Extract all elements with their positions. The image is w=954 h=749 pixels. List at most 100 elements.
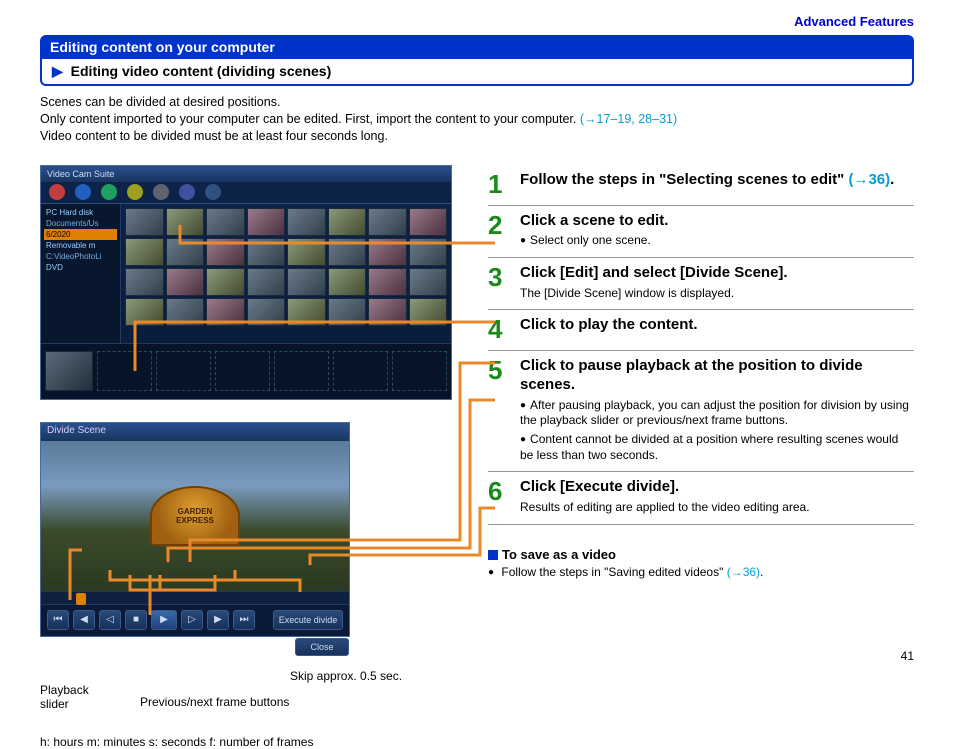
tray-slot	[215, 351, 270, 391]
tray-slot	[392, 351, 447, 391]
intro-line-1: Scenes can be divided at desired positio…	[40, 94, 914, 111]
slider-knob-icon[interactable]	[76, 593, 86, 605]
step-title: Click to play the content.	[520, 316, 914, 335]
step-note: After pausing playback, you can adjust t…	[520, 398, 914, 429]
intro-text: Scenes can be divided at desired positio…	[40, 94, 914, 145]
section-title-bar: Editing content on your computer	[40, 35, 914, 59]
screenshots-column: Video Cam Suite PC Hard disk Documents/U…	[40, 165, 460, 749]
scene-thumb	[409, 238, 448, 266]
scene-thumb	[166, 298, 205, 326]
sidebar-item-selected: 6/2020	[44, 229, 117, 240]
step-3: 3 Click [Edit] and select [Divide Scene]…	[488, 258, 914, 310]
scene-thumb	[328, 208, 367, 236]
execute-divide-button[interactable]: Execute divide	[273, 610, 343, 630]
scene-thumb	[368, 298, 407, 326]
time-legend: h: hours m: minutes s: seconds f: number…	[40, 735, 460, 749]
toolbar-icon	[205, 184, 221, 200]
step-desc: Results of editing are applied to the vi…	[520, 500, 914, 516]
video-preview: GARDENEXPRESS	[41, 441, 349, 591]
step-5: 5 Click to pause playback at the positio…	[488, 351, 914, 472]
scene-thumb	[206, 268, 245, 296]
app-titlebar: Video Cam Suite	[41, 166, 451, 182]
page-number: 41	[901, 649, 914, 663]
playback-slider[interactable]	[41, 591, 349, 605]
scene-thumb	[409, 208, 448, 236]
scene-thumb	[125, 268, 164, 296]
frame-back-button[interactable]: ◁	[99, 610, 121, 630]
scene-thumb	[206, 238, 245, 266]
toolbar-icon	[101, 184, 117, 200]
tray-slot	[274, 351, 329, 391]
scene-thumb	[166, 268, 205, 296]
sidebar-item: DVD	[44, 262, 117, 273]
play-button[interactable]: ▶	[151, 610, 177, 630]
scene-thumb	[166, 238, 205, 266]
scene-thumb	[409, 268, 448, 296]
scene-thumb	[328, 238, 367, 266]
section-subtitle-bar: ▶ Editing video content (dividing scenes…	[40, 59, 914, 86]
skip-back-button[interactable]: ⏮	[47, 610, 69, 630]
skip-fwd-button[interactable]: ⏭	[233, 610, 255, 630]
breadcrumb: Advanced Features	[40, 14, 914, 29]
step-number: 2	[488, 212, 510, 249]
sidebar-item: Documents/Us	[44, 218, 117, 229]
tray-slot	[156, 351, 211, 391]
scene-thumb	[206, 298, 245, 326]
toolbar-icon	[75, 184, 91, 200]
sidebar-item: C:VideoPhotoLi	[44, 251, 117, 262]
page-ref-link[interactable]: (→36)	[727, 565, 760, 579]
preview-content: GARDENEXPRESS	[150, 486, 240, 546]
step-1: 1 Follow the steps in "Selecting scenes …	[488, 165, 914, 206]
step-number: 4	[488, 316, 510, 342]
step-desc: The [Divide Scene] window is displayed.	[520, 286, 914, 302]
intro-line-3: Video content to be divided must be at l…	[40, 128, 914, 145]
step-title: Click [Execute divide].	[520, 478, 914, 497]
app-toolbar	[41, 182, 451, 204]
step-number: 5	[488, 357, 510, 463]
scene-thumb	[125, 238, 164, 266]
scene-thumb	[287, 298, 326, 326]
toolbar-icon	[179, 184, 195, 200]
step-title: Click [Edit] and select [Divide Scene].	[520, 264, 914, 283]
square-bullet-icon	[488, 550, 498, 560]
scene-thumb	[287, 268, 326, 296]
app-main-screenshot: Video Cam Suite PC Hard disk Documents/U…	[40, 165, 452, 400]
step-number: 3	[488, 264, 510, 301]
toolbar-icon	[153, 184, 169, 200]
tray-thumb	[45, 351, 93, 391]
scene-thumb	[328, 298, 367, 326]
page-ref-link[interactable]: (→36)	[848, 171, 890, 188]
next-frame-button[interactable]: ▶	[207, 610, 229, 630]
scene-thumb	[206, 208, 245, 236]
steps-column: 1 Follow the steps in "Selecting scenes …	[488, 165, 914, 749]
close-button[interactable]: Close	[295, 638, 349, 656]
scene-thumb	[368, 238, 407, 266]
scene-thumb	[247, 268, 286, 296]
scene-thumb	[125, 298, 164, 326]
scene-thumb	[247, 208, 286, 236]
scene-thumb	[125, 208, 164, 236]
tray-slot	[333, 351, 388, 391]
save-heading: To save as a video	[488, 547, 914, 562]
step-title: Click to pause playback at the position …	[520, 357, 914, 395]
scene-thumb	[409, 298, 448, 326]
prev-frame-button[interactable]: ◀	[73, 610, 95, 630]
step-number: 1	[488, 171, 510, 197]
stop-button[interactable]: ■	[125, 610, 147, 630]
page-ref-link[interactable]: (→17–19, 28–31)	[580, 112, 677, 126]
divide-window-title: Divide Scene	[41, 423, 349, 441]
thumbnail-grid	[121, 204, 451, 364]
step-number: 6	[488, 478, 510, 515]
intro-line-2: Only content imported to your computer c…	[40, 111, 914, 128]
app-sidebar: PC Hard disk Documents/Us 6/2020 Removab…	[41, 204, 121, 364]
frame-fwd-button[interactable]: ▷	[181, 610, 203, 630]
tray-slot	[97, 351, 152, 391]
toolbar-icon	[127, 184, 143, 200]
callout-prev-next: Previous/next frame buttons	[140, 695, 289, 709]
subtitle-arrow-icon: ▶	[52, 63, 63, 79]
save-line: Follow the steps in "Saving edited video…	[488, 565, 914, 581]
callout-playback-slider: Playback slider	[40, 683, 89, 712]
scene-thumb	[166, 208, 205, 236]
screenshot-callouts: Playback slider Previous/next frame butt…	[40, 665, 460, 735]
scene-thumb	[287, 238, 326, 266]
